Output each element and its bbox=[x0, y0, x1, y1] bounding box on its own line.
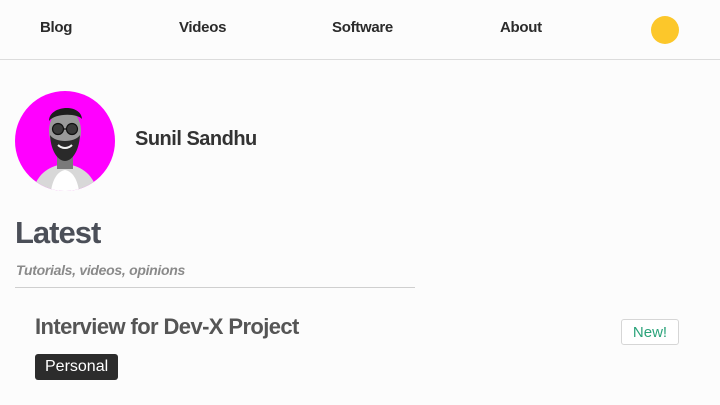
nav-link-videos[interactable]: Videos bbox=[179, 19, 226, 36]
nav-link-about[interactable]: About bbox=[500, 19, 542, 36]
theme-toggle-sun-icon[interactable] bbox=[651, 16, 679, 44]
tag-personal[interactable]: Personal bbox=[35, 354, 119, 380]
profile-name: Sunil Sandhu bbox=[135, 128, 257, 150]
avatar bbox=[15, 91, 115, 191]
top-navigation: Blog Videos Software About bbox=[0, 0, 720, 60]
person-photo-icon bbox=[33, 107, 97, 191]
new-badge: New! bbox=[621, 319, 679, 345]
section-title: Latest bbox=[15, 215, 101, 250]
section-subtitle: Tutorials, videos, opinions bbox=[16, 262, 185, 278]
nav-link-software[interactable]: Software bbox=[332, 19, 393, 36]
section-divider bbox=[15, 287, 415, 288]
post-title-link[interactable]: Interview for Dev-X Project bbox=[35, 314, 299, 340]
nav-link-blog[interactable]: Blog bbox=[40, 19, 72, 36]
